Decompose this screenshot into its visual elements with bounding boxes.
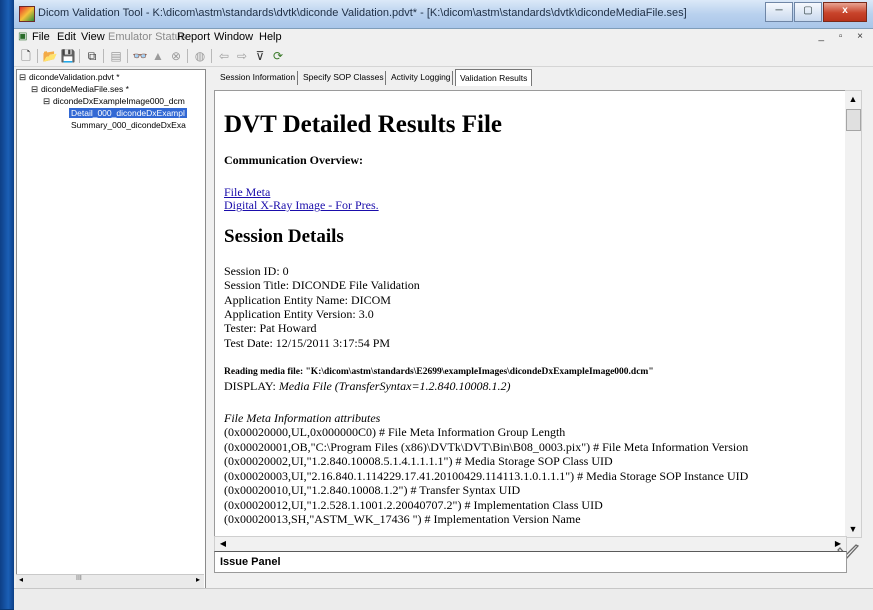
issue-panel-label: Issue Panel	[220, 556, 281, 568]
toolbar: 🗋 📂 💾 ⧉ ▤ 👓 ▲ ⊗ ◍ ⇦ ⇨ ⊽ ⟳	[14, 46, 873, 67]
menu-bar: ▣ File Edit View Emulator Status Report …	[14, 29, 873, 46]
display-line: DISPLAY: Media File (TransferSyntax=1.2.…	[224, 379, 511, 394]
tab-divider	[297, 71, 298, 85]
tree-node-session[interactable]: dicondeMediaFile.ses *	[41, 84, 129, 94]
meta-attribute-line: (0x00020012,UI,"1.2.528.1.1001.2.2004070…	[224, 498, 603, 512]
vertical-scroll-thumb[interactable]	[846, 109, 861, 131]
meta-attribute-line: (0x00020010,UI,"1.2.840.10008.1.2") # Tr…	[224, 483, 521, 497]
tester: Tester: Pat Howard	[224, 321, 317, 335]
scroll-right-icon[interactable]: ▸	[196, 575, 200, 584]
communication-overview-heading: Communication Overview:	[224, 153, 363, 167]
window-controls: ─ ▢ x	[764, 2, 867, 22]
open-icon[interactable]: 📂	[42, 48, 58, 64]
desktop-edge	[0, 0, 14, 609]
disk-icon[interactable]: ◍	[192, 48, 208, 64]
warning-icon[interactable]: ▲	[150, 48, 166, 64]
issue-panel: Issue Panel	[214, 551, 847, 573]
session-tree: ⊟ dicondeValidation.pdvt * ⊟ dicondeMedi…	[16, 69, 206, 589]
meta-attribute-line: (0x00020003,UI,"2.16.840.1.114229.17.41.…	[224, 469, 749, 483]
tree-node-project[interactable]: dicondeValidation.pdvt *	[29, 72, 120, 82]
scroll-up-icon[interactable]: ▲	[845, 91, 861, 107]
meta-attribute-line: (0x00020001,OB,"C:\Program Files (x86)\D…	[224, 440, 749, 454]
toolbar-separator	[103, 49, 104, 63]
file-meta-heading: File Meta Information attributes	[224, 411, 381, 425]
display-label: DISPLAY:	[224, 379, 276, 393]
save-icon[interactable]: 💾	[60, 48, 76, 64]
meta-attribute-line: (0x00020000,UL,0x000000C0) # File Meta I…	[224, 425, 566, 439]
tab-divider	[452, 71, 453, 85]
display-value: Media File (TransferSyntax=1.2.840.10008…	[278, 379, 511, 393]
refresh-icon[interactable]: ⟳	[270, 48, 286, 64]
menu-view[interactable]: View	[81, 31, 105, 43]
tree-expander[interactable]: ⊟	[31, 84, 38, 95]
stop-icon[interactable]: ⊗	[168, 48, 184, 64]
tree-expander[interactable]: ⊟	[43, 96, 50, 107]
tab-specify-sop-classes[interactable]: Specify SOP Classes	[303, 72, 384, 82]
copy-icon[interactable]: ⧉	[84, 48, 100, 64]
tab-session-information[interactable]: Session Information	[220, 72, 295, 82]
tab-activity-logging[interactable]: Activity Logging	[391, 72, 451, 82]
binoculars-icon[interactable]: 👓	[132, 48, 148, 64]
menu-emulator-status[interactable]: Emulator Status	[108, 31, 186, 43]
back-arrow-icon[interactable]: ⇦	[216, 48, 232, 64]
minimize-button[interactable]: ─	[765, 2, 793, 22]
document-icon[interactable]: ▤	[108, 48, 124, 64]
tree-expander[interactable]: ⊟	[19, 72, 26, 83]
mdi-child-controls[interactable]: _ ▫ ×	[818, 31, 869, 42]
scroll-left-icon[interactable]: ◀	[215, 537, 231, 551]
session-title: Session Title: DICONDE File Validation	[224, 278, 420, 292]
session-details-heading: Session Details	[224, 226, 344, 247]
tree-node-media-file[interactable]: dicondeDxExampleImage000_dcm	[53, 96, 185, 106]
toolbar-separator	[187, 49, 188, 63]
menu-window[interactable]: Window	[214, 31, 253, 43]
meta-attribute-line: (0x00020002,UI,"1.2.840.10008.5.1.4.1.1.…	[224, 454, 613, 468]
maximize-button[interactable]: ▢	[794, 2, 822, 22]
application-entity-name: Application Entity Name: DICOM	[224, 293, 391, 307]
document-horizontal-scrollbar[interactable]: ◀ ▶	[214, 536, 847, 552]
tree-node-summary-result[interactable]: Summary_000_dicondeDxExa	[71, 120, 186, 130]
tree-node-detail-result[interactable]: Detail_000_dicondeDxExampl	[69, 108, 187, 118]
close-button[interactable]: x	[823, 2, 867, 22]
document-vertical-scrollbar[interactable]: ▲ ▼	[845, 90, 862, 538]
tab-validation-results[interactable]: Validation Results	[455, 69, 533, 86]
menu-help[interactable]: Help	[259, 31, 282, 43]
app-icon	[19, 6, 35, 22]
test-date: Test Date: 12/15/2011 3:17:54 PM	[224, 336, 391, 350]
title-bar[interactable]: Dicom Validation Tool - K:\dicom\astm\st…	[14, 0, 873, 29]
dx-image-link[interactable]: Digital X-Ray Image - For Pres.	[224, 198, 379, 213]
app-window: Dicom Validation Tool - K:\dicom\astm\st…	[14, 0, 873, 610]
results-document: DVT Detailed Results File Communication …	[214, 90, 847, 538]
filter-icon[interactable]: ⊽	[252, 48, 268, 64]
new-icon[interactable]: 🗋	[18, 48, 34, 64]
toolbar-separator	[127, 49, 128, 63]
reading-media-file: Reading media file: "K:\dicom\astm\stand…	[224, 367, 654, 377]
scroll-down-icon[interactable]: ▼	[845, 521, 861, 537]
menu-file[interactable]: File	[32, 31, 50, 43]
tab-divider	[385, 71, 386, 85]
status-bar	[14, 588, 873, 610]
menu-edit[interactable]: Edit	[57, 31, 76, 43]
mdi-child-icon[interactable]: ▣	[18, 31, 27, 42]
tree-horizontal-scrollbar[interactable]: ◂ III ▸	[16, 574, 204, 588]
toolbar-separator	[211, 49, 212, 63]
toolbar-separator	[79, 49, 80, 63]
scroll-thumb-grip[interactable]: III	[76, 575, 82, 582]
meta-attribute-line: (0x00020013,SH,"ASTM_WK_17436 ") # Imple…	[224, 512, 581, 526]
session-id: Session ID: 0	[224, 264, 289, 278]
scroll-left-icon[interactable]: ◂	[19, 575, 23, 584]
menu-report[interactable]: Report	[177, 31, 210, 43]
application-entity-version: Application Entity Version: 3.0	[224, 307, 374, 321]
toolbar-separator	[37, 49, 38, 63]
tab-strip: Session Information Specify SOP Classes …	[210, 69, 873, 88]
report-title: DVT Detailed Results File	[224, 111, 502, 138]
forward-arrow-icon[interactable]: ⇨	[234, 48, 250, 64]
window-title: Dicom Validation Tool - K:\dicom\astm\st…	[38, 7, 687, 19]
